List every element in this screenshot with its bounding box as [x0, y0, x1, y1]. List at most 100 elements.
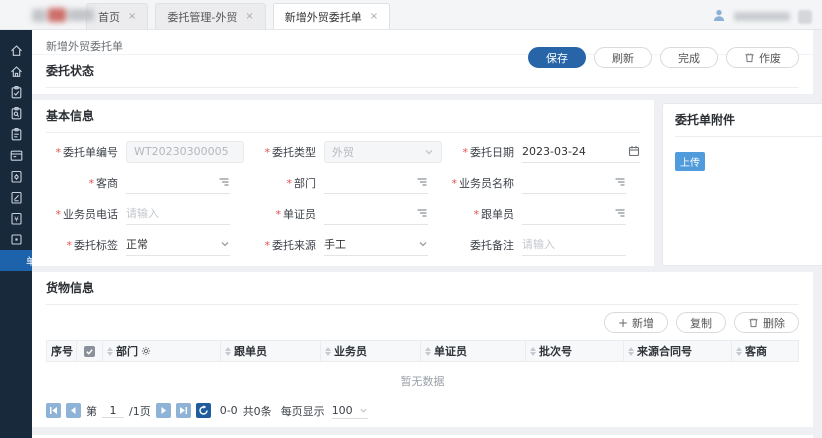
refresh-button[interactable]: 刷新 — [594, 47, 652, 68]
col-seq-label: 序号 — [51, 345, 73, 358]
last-page-button[interactable] — [176, 403, 191, 418]
field-label-text: 委托单编号 — [63, 146, 118, 159]
field-label: *单证员 — [244, 206, 316, 222]
tab-home[interactable]: 首页 × — [86, 3, 148, 29]
customer-lookup[interactable] — [126, 172, 230, 194]
refresh-button-label: 刷新 — [612, 50, 634, 66]
field-department: *部门 — [244, 167, 442, 198]
complete-button[interactable]: 完成 — [660, 47, 718, 68]
sidebar-item-9[interactable]: ¥ — [0, 208, 32, 229]
close-icon[interactable]: × — [128, 12, 136, 22]
sidebar-item-6[interactable] — [0, 145, 32, 166]
field-label-text: 委托备注 — [470, 239, 514, 252]
col-source-contract-label: 来源合同号 — [637, 343, 692, 359]
field-customer: *客商 — [46, 167, 244, 198]
col-merchandiser[interactable]: 跟单员 — [221, 341, 321, 362]
entrust-tag-value: 正常 — [126, 236, 148, 252]
refresh-icon — [198, 405, 209, 416]
prev-page-button[interactable] — [66, 403, 81, 418]
required-mark: * — [56, 146, 62, 159]
entrust-tag-select[interactable]: 正常 — [126, 234, 230, 256]
close-icon[interactable]: × — [370, 12, 378, 22]
field-label-text: 委托来源 — [272, 239, 316, 252]
field-label: *委托标签 — [46, 237, 118, 253]
goods-section-title: 货物信息 — [46, 272, 799, 305]
save-button[interactable]: 保存 — [528, 47, 586, 68]
sidebar-item-5[interactable] — [0, 124, 32, 145]
entrust-remark-input[interactable] — [522, 234, 626, 256]
sidebar-item-2[interactable] — [0, 61, 32, 82]
page-number-input[interactable] — [102, 403, 124, 418]
sidebar-item-1[interactable] — [0, 40, 32, 61]
entrust-no-value: WT20230300005 — [134, 145, 229, 158]
sidebar-item-3[interactable] — [0, 82, 32, 103]
basic-section-title: 基本信息 — [46, 100, 640, 133]
upload-button[interactable]: 上传 — [675, 152, 705, 171]
tab-label: 委托管理-外贸 — [167, 9, 237, 25]
discard-button[interactable]: 作废 — [726, 47, 799, 68]
col-batch-no[interactable]: 批次号 — [526, 341, 624, 362]
empty-placeholder: 暂无数据 — [46, 362, 799, 402]
lookup-list-icon[interactable] — [416, 207, 428, 219]
sidebar-item-7[interactable] — [0, 166, 32, 187]
required-mark: * — [265, 146, 271, 159]
col-customer[interactable]: 客商 — [732, 341, 799, 362]
field-label-text: 客商 — [96, 177, 118, 190]
reload-table-button[interactable] — [196, 403, 211, 418]
lookup-list-icon[interactable] — [614, 207, 626, 219]
field-entrust-date: *委托日期 2023-03-24 — [442, 136, 640, 167]
close-icon[interactable]: × — [245, 12, 253, 22]
goods-toolbar: + 新增 复制 删除 — [46, 312, 799, 333]
discard-button-label: 作废 — [759, 50, 781, 66]
col-department[interactable]: 部门 — [103, 341, 221, 362]
field-label: *跟单员 — [442, 206, 514, 222]
salesman-lookup[interactable] — [522, 172, 626, 194]
sidebar-item-8[interactable] — [0, 187, 32, 208]
lookup-list-icon[interactable] — [218, 176, 230, 188]
field-label-text: 委托日期 — [470, 146, 514, 159]
sidebar-item-10[interactable] — [0, 229, 32, 250]
col-customer-label: 客商 — [745, 343, 767, 359]
app-logo — [32, 7, 94, 23]
col-salesman[interactable]: 业务员 — [321, 341, 421, 362]
delete-row-button[interactable]: 删除 — [734, 312, 799, 333]
app-menu-icon[interactable] — [798, 10, 812, 24]
merchandiser-lookup[interactable] — [522, 203, 626, 225]
tab-new-entrust-order[interactable]: 新增外贸委托单 × — [273, 3, 390, 29]
required-mark: * — [265, 239, 271, 252]
add-row-button[interactable]: + 新增 — [604, 312, 668, 333]
sort-icon — [530, 347, 536, 356]
select-all-checkbox[interactable] — [84, 346, 95, 357]
required-mark: * — [474, 208, 480, 221]
col-merchandiser-label: 跟单员 — [234, 343, 267, 359]
col-doc-clerk[interactable]: 单证员 — [421, 341, 526, 362]
col-select-all[interactable] — [77, 341, 103, 362]
sidebar-menu: ¥ — [0, 30, 32, 250]
doc-clerk-lookup[interactable] — [324, 203, 428, 225]
sidebar-item-4[interactable] — [0, 103, 32, 124]
home-icon — [9, 43, 24, 58]
copy-row-button[interactable]: 复制 — [676, 312, 726, 333]
lookup-list-icon[interactable] — [614, 176, 626, 188]
user-avatar-icon[interactable] — [712, 8, 726, 25]
username-redacted — [734, 12, 790, 21]
attachments-title: 委托单附件 — [675, 104, 822, 137]
entrust-source-select[interactable]: 手工 — [324, 234, 428, 256]
per-page-select[interactable]: 100 — [332, 402, 368, 419]
first-page-button[interactable] — [46, 403, 61, 418]
sidebar-item-active[interactable]: 单 — [0, 250, 32, 271]
chevron-down-icon — [418, 239, 428, 249]
calendar-icon[interactable] — [628, 145, 640, 157]
department-lookup[interactable] — [324, 172, 428, 194]
gear-icon[interactable] — [141, 346, 151, 356]
tab-entrust-management[interactable]: 委托管理-外贸 × — [155, 3, 265, 29]
row-range: 0-0 — [220, 404, 238, 417]
tab-label: 首页 — [98, 9, 120, 25]
entrust-date-input[interactable]: 2023-03-24 — [522, 141, 640, 163]
col-source-contract[interactable]: 来源合同号 — [624, 341, 732, 362]
add-row-label: 新增 — [632, 315, 654, 331]
salesman-phone-input[interactable] — [126, 203, 230, 225]
next-page-button[interactable] — [156, 403, 171, 418]
lookup-list-icon[interactable] — [416, 176, 428, 188]
plus-icon: + — [618, 316, 628, 330]
